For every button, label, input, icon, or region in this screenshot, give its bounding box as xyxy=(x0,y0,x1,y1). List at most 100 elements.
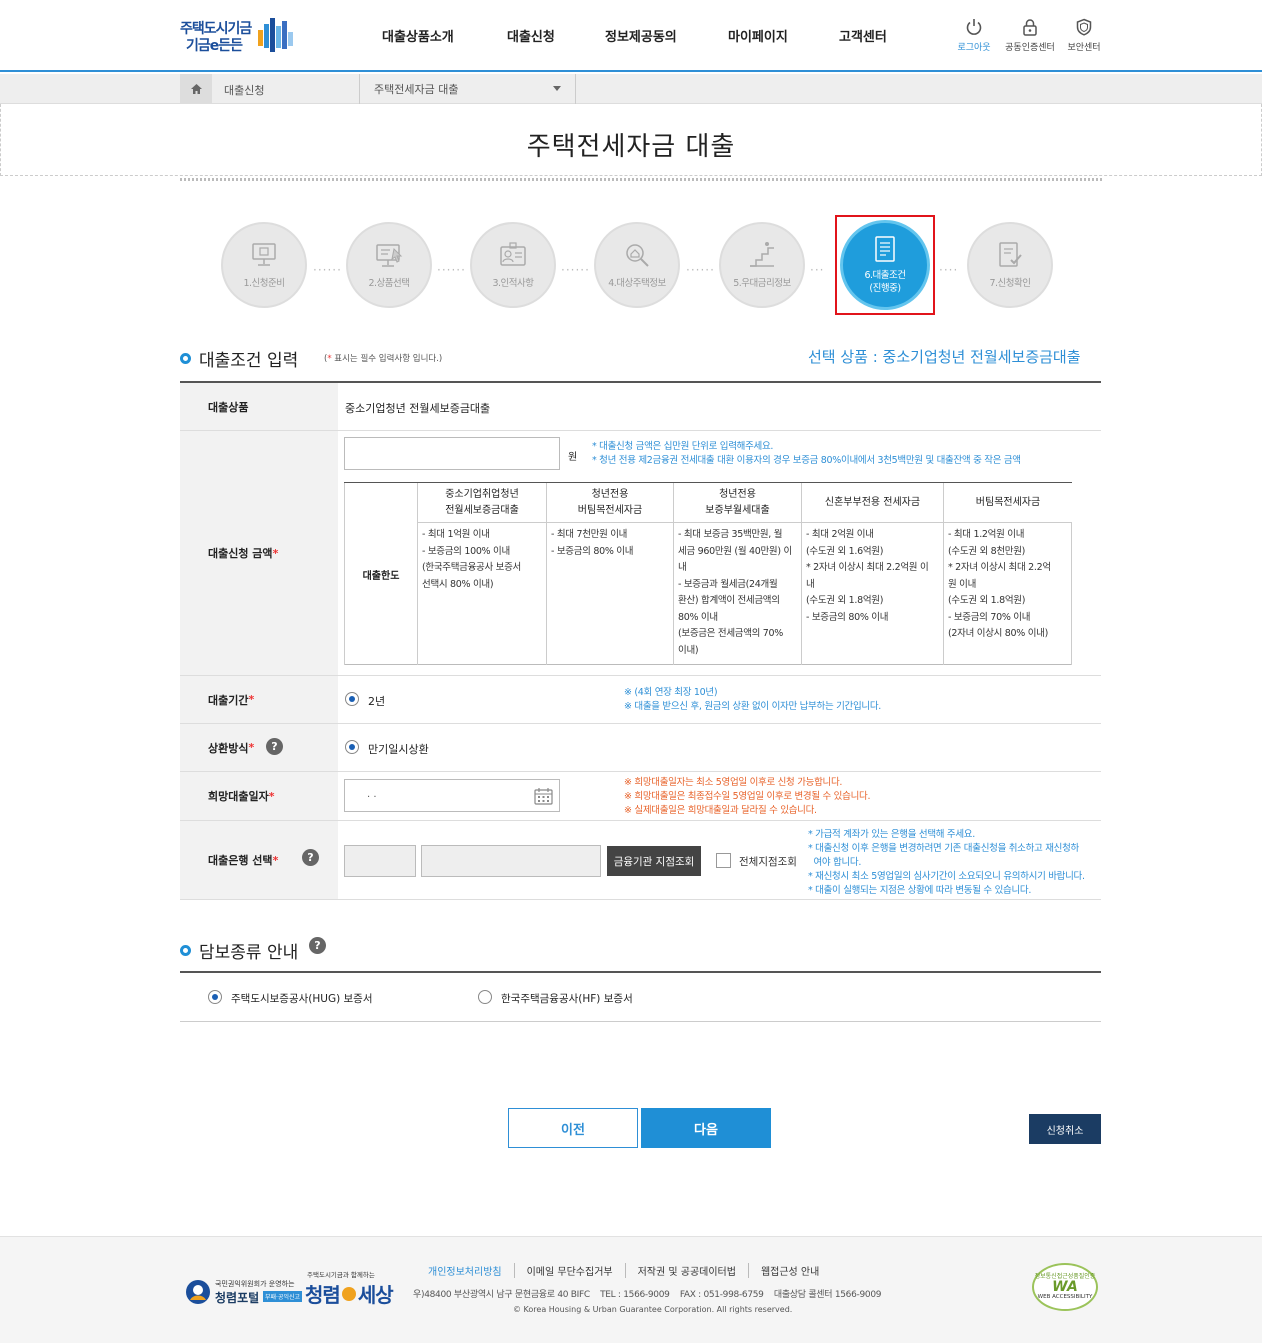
step-connector: ···· xyxy=(939,263,959,277)
limit-cell-2: - 최대 7천만원 이내 - 보증금의 80% 이내 xyxy=(546,523,673,665)
product-value: 중소기업청년 전월세보증금대출 xyxy=(345,402,491,415)
bank-branch-search-button[interactable]: 금융기관 지점조회 xyxy=(607,846,701,876)
footer-link-accessibility[interactable]: 웹접근성 안내 xyxy=(747,1263,831,1278)
collateral-hug-label: 주택도시보증공사(HUG) 보증서 xyxy=(231,993,373,1005)
amount-input[interactable] xyxy=(344,437,560,470)
util-cert-center[interactable]: 공동인증센터 xyxy=(1002,18,1058,53)
site-footer: 국민권익위원회가 운영하는 청렴포털 부패·공익신고 주택도시기금과 함께하는 … xyxy=(0,1236,1262,1343)
integrity-portal-caption: 국민권익위원회가 운영하는 xyxy=(215,1280,295,1288)
nav-customer-center[interactable]: 고객센터 xyxy=(839,26,887,45)
limit-cell-2-line: - 보증금의 80% 이내 xyxy=(551,545,634,557)
footer-link-privacy[interactable]: 개인정보처리방침 xyxy=(428,1263,514,1278)
integrity-portal-name: 청렴포털 xyxy=(215,1291,260,1305)
date-label-text: 희망대출일자 xyxy=(208,790,269,803)
cancel-application-button[interactable]: 신청취소 xyxy=(1029,1114,1101,1144)
period-radio-2y[interactable] xyxy=(345,692,359,706)
breadcrumb-level1[interactable]: 대출신청 xyxy=(212,74,360,104)
limit-cell-1: - 최대 1억원 이내 - 보증금의 100% 이내 (한국주택금융공사 보증서… xyxy=(417,523,546,665)
collateral-help-icon[interactable]: ? xyxy=(309,937,326,954)
footer-link-email-refusal[interactable]: 이메일 무단수집거부 xyxy=(513,1263,625,1278)
wa-mark-letters: WA xyxy=(1052,1279,1078,1295)
collateral-radio-hug[interactable] xyxy=(208,990,222,1004)
period-note-1: ※ (4회 연장 최장 10년) xyxy=(624,687,718,698)
page-title: 주택전세자금 대출 xyxy=(526,132,736,162)
limit-cell-5-line: (수도권 외 8천만원) xyxy=(948,545,1026,557)
integrity-portal-logo[interactable]: 국민권익위원회가 운영하는 청렴포털 부패·공익신고 xyxy=(185,1277,303,1307)
step-7: 7.신청확인 xyxy=(967,222,1053,308)
integrity-world-logo[interactable]: 주택도시기금과 함께하는 청렴 세상 xyxy=(305,1269,410,1309)
lock-icon xyxy=(1023,19,1037,36)
repay-radio-lump-sum[interactable] xyxy=(345,740,359,754)
amount-unit: 원 xyxy=(568,452,578,463)
prev-button[interactable]: 이전 xyxy=(508,1108,638,1148)
nav-loan-apply[interactable]: 대출신청 xyxy=(507,26,555,45)
all-branch-label: 전체지점조회 xyxy=(739,856,797,868)
wa-mark-caption: WEB ACCESSIBILITY xyxy=(1037,1294,1093,1300)
calendar-icon[interactable] xyxy=(534,787,553,805)
required-star: * xyxy=(268,789,275,803)
required-star: * xyxy=(248,741,255,754)
footer-address: 우)48400 부산광역시 남구 문현금융로 40 BIFC TEL : 156… xyxy=(413,1290,882,1300)
section-collateral-title: 담보종류 안내 xyxy=(180,938,298,963)
row-amount-label: 대출신청 금액 * xyxy=(180,431,338,675)
step-connector: ······ xyxy=(686,263,715,277)
limit-cell-3-line: 이내) xyxy=(678,644,699,656)
site-logo[interactable]: 주택도시기금 기금e든든 xyxy=(180,16,300,56)
loan-limit-table: 대출한도 중소기업취업청년 전월세보증금대출 청년전용 버팀목전세자금 청년전용 보증… xyxy=(344,482,1072,665)
limit-cell-3-line: - 최대 보증금 35백만원, 월 xyxy=(678,529,783,540)
limit-cell-3: - 최대 보증금 35백만원, 월 세금 960만원 (월 40만원) 이 내 … xyxy=(673,523,801,665)
bank-code-field[interactable] xyxy=(344,845,416,877)
limit-cell-4-line: - 보증금의 80% 이내 xyxy=(806,611,889,623)
breadcrumb-level2-select[interactable]: 주택전세자금 대출 xyxy=(360,74,576,104)
limit-cell-5-line: - 보증금의 70% 이내 xyxy=(948,611,1031,623)
section-loan-conditions-title: 대출조건 입력 xyxy=(180,346,298,371)
chevron-down-icon xyxy=(553,86,561,91)
all-branch-checkbox[interactable] xyxy=(716,853,731,868)
step-5-label: 5.우대금리정보 xyxy=(733,278,791,289)
limit-cell-3-line: (보증금은 전세금액의 70% xyxy=(678,628,784,639)
util-logout[interactable]: 로그아웃 xyxy=(946,18,1002,53)
bank-branch-field[interactable] xyxy=(421,845,601,877)
next-button[interactable]: 다음 xyxy=(641,1108,771,1148)
collateral-hf-label: 한국주택금융공사(HF) 보증서 xyxy=(501,993,633,1005)
limit-header-1-line1: 중소기업취업청년 xyxy=(445,488,519,500)
limit-cell-5-line: 원 이내 xyxy=(948,578,977,590)
limit-cell-4-line: (수도권 외 1.8억원) xyxy=(806,595,884,606)
nav-info-consent[interactable]: 정보제공동의 xyxy=(605,26,677,45)
selected-product: 선택 상품 : 중소기업청년 전월세보증금대출 xyxy=(808,348,1081,366)
nav-mypage[interactable]: 마이페이지 xyxy=(728,26,788,45)
repay-help-icon[interactable]: ? xyxy=(266,738,283,755)
section2-bottom-divider xyxy=(180,1021,1101,1022)
limit-cell-3-line: 세금 960만원 (월 40만원) 이 xyxy=(678,545,792,557)
computer-icon xyxy=(252,243,276,266)
limit-cell-5: - 최대 1.2억원 이내 (수도권 외 8천만원) * 2자녀 이상시 최대 … xyxy=(943,523,1072,665)
util-security-center[interactable]: 보안센터 xyxy=(1056,18,1112,53)
row-period-label: 대출기간 * xyxy=(180,676,338,723)
bank-help-icon[interactable]: ? xyxy=(302,849,319,866)
row-date-label: 희망대출일자 * xyxy=(180,772,338,820)
shield-icon xyxy=(1076,18,1092,36)
limit-cell-1-line: - 최대 1억원 이내 xyxy=(422,529,490,540)
breadcrumb-home[interactable] xyxy=(180,74,212,104)
limit-cell-1-line: - 보증금의 100% 이내 xyxy=(422,545,510,557)
desired-date-input[interactable]: . . xyxy=(344,779,560,812)
limit-cell-4: - 최대 2억원 이내 (수도권 외 1.6억원) * 2자녀 이상시 최대 2… xyxy=(801,523,943,665)
footer-link-copyright[interactable]: 저작권 및 공공데이터법 xyxy=(624,1263,748,1278)
amount-note-2: * 청년 전용 제2금융권 전세대출 대환 이용자의 경우 보증금 80%이내에… xyxy=(592,455,1021,466)
section-title-text: 대출조건 입력 xyxy=(199,351,299,371)
limit-cell-4-line: 내 xyxy=(806,578,815,590)
bank-note-1: * 가급적 계좌가 있는 은행을 선택해 주세요. xyxy=(808,829,975,840)
web-accessibility-mark[interactable]: 정보통신접근성품질인증 WA WEB ACCESSIBILITY xyxy=(1032,1263,1098,1311)
required-star: * xyxy=(248,693,255,706)
nav-product-intro[interactable]: 대출상품소개 xyxy=(382,26,454,45)
limit-cell-2-line: - 최대 7천만원 이내 xyxy=(551,529,628,540)
bank-note-5: * 대출이 실행되는 지점은 상황에 따라 변동될 수 있습니다. xyxy=(808,885,1032,896)
amount-note-1: * 대출신청 금액은 십만원 단위로 입력해주세요. xyxy=(592,441,774,452)
limit-cell-5-line: (수도권 외 1.8억원) xyxy=(948,595,1026,606)
collateral-radio-hf[interactable] xyxy=(478,990,492,1004)
amount-label-text: 대출신청 금액 xyxy=(208,547,273,560)
limit-cell-3-line: 내 xyxy=(678,562,687,573)
date-note-1: ※ 희망대출일자는 최소 5영업일 이후로 신청 가능합니다. xyxy=(624,777,843,788)
limit-cell-5-line: * 2자녀 이상시 최대 2.2억 xyxy=(948,562,1051,573)
bank-label-text: 대출은행 선택 xyxy=(208,854,273,867)
